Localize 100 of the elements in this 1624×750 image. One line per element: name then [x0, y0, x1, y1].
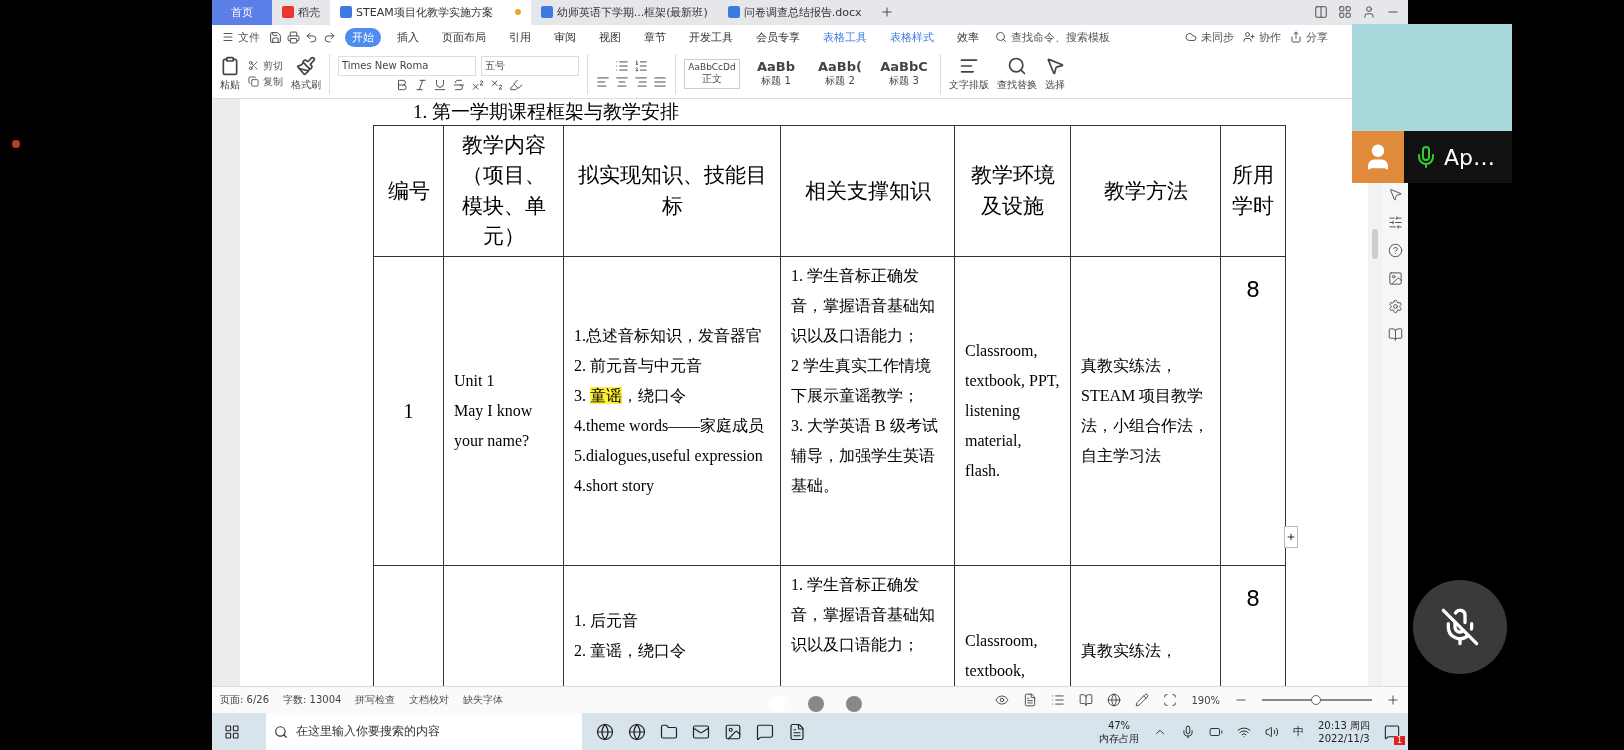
menu-tab[interactable]: 视图: [592, 27, 628, 47]
pointer-icon[interactable]: [1387, 186, 1403, 202]
dot-icon: [12, 140, 20, 148]
style-preset[interactable]: AaBbCcDd 正文: [684, 58, 740, 89]
folder-icon[interactable]: [660, 722, 678, 741]
web-view-icon[interactable]: [1107, 693, 1122, 708]
highlighter-icon[interactable]: [508, 77, 523, 92]
participant-name: Ap…: [1444, 144, 1495, 170]
add-column-button[interactable]: [1284, 526, 1298, 548]
notification-icon[interactable]: [1384, 723, 1400, 740]
strikethrough-icon[interactable]: [451, 77, 466, 92]
share-button[interactable]: 分享: [1290, 29, 1328, 45]
volume-icon[interactable]: [1265, 724, 1279, 739]
menu-tab[interactable]: 章节: [637, 27, 673, 47]
taskbar-search-field[interactable]: 在这里输入你要搜索的内容: [266, 713, 582, 750]
style-preset[interactable]: AaBbC 标题 3: [876, 56, 932, 92]
apps-icon[interactable]: [1338, 5, 1352, 20]
paste-button[interactable]: 粘贴: [220, 55, 240, 92]
outline-view-icon[interactable]: [1051, 693, 1066, 708]
browser-icon[interactable]: [596, 722, 614, 741]
book-icon[interactable]: [1387, 326, 1403, 342]
menu-tab[interactable]: 页面布局: [435, 27, 493, 47]
menu-tab[interactable]: 效率: [950, 27, 986, 47]
superscript-icon[interactable]: [470, 77, 485, 92]
column-header: 教学内容（项目、模块、单元）: [443, 125, 564, 257]
cloud-icon: [1185, 31, 1197, 44]
font-name-field[interactable]: Times New Roma: [338, 55, 476, 76]
browser-icon[interactable]: [628, 722, 646, 741]
image-icon[interactable]: [1387, 270, 1403, 286]
table-cell-text: 3. 童谣，绕口令: [574, 385, 687, 406]
eye-icon[interactable]: [995, 693, 1010, 708]
find-replace-button[interactable]: 查找替换: [997, 55, 1037, 92]
unsaved-dot-icon: [514, 9, 521, 16]
chat-icon[interactable]: [756, 722, 774, 741]
fit-icon[interactable]: [1163, 693, 1178, 708]
account-icon[interactable]: [1362, 5, 1376, 20]
paintbrush-icon: [296, 55, 316, 76]
start-icon[interactable]: [224, 723, 240, 740]
clock-time: 20:13 周四: [1318, 718, 1370, 732]
numbered-list-icon[interactable]: [634, 58, 648, 73]
select-button[interactable]: 选择: [1045, 55, 1065, 92]
memory-label: 内存占用: [1099, 731, 1139, 745]
sliders-icon[interactable]: [1387, 214, 1403, 230]
wifi-icon[interactable]: [1237, 724, 1251, 739]
document-tab[interactable]: 首页: [212, 0, 272, 25]
document-tab[interactable]: STEAM项目化教学实施方案: [330, 0, 531, 25]
pen-icon[interactable]: [1135, 693, 1150, 708]
docer-logo-icon: [282, 6, 294, 19]
underline-icon[interactable]: [432, 77, 447, 92]
menu-tab[interactable]: 表格工具: [816, 27, 874, 47]
align-left-icon[interactable]: [596, 74, 610, 89]
table-cell-text: 4.short story: [574, 475, 655, 497]
gear-icon[interactable]: [1387, 298, 1403, 314]
redo-icon[interactable]: [323, 30, 336, 44]
style-preset[interactable]: AaBb( 标题 2: [812, 56, 868, 92]
print-icon[interactable]: [287, 30, 300, 44]
text-layout-button[interactable]: 文字排版: [949, 55, 989, 92]
table-cell-text: 真教实练法，STEAM 项目教学法，小组合作法，自主学习法: [1081, 355, 1210, 466]
justify-icon[interactable]: [653, 74, 667, 89]
italic-icon[interactable]: [413, 77, 428, 92]
input-method[interactable]: 中: [1293, 724, 1304, 739]
align-center-icon[interactable]: [615, 74, 629, 89]
scrollbar-thumb[interactable]: [1372, 228, 1378, 259]
cut-button[interactable]: 剪切: [248, 58, 283, 73]
spell-check-button[interactable]: 拼写检查: [355, 693, 396, 708]
page-count: 页面: 6/26: [220, 693, 269, 708]
zoom-slider-thumb[interactable]: [1311, 695, 1321, 706]
proofread-button[interactable]: 文档校对: [409, 693, 450, 708]
menu-tab[interactable]: 开发工具: [682, 27, 740, 47]
save-icon[interactable]: [269, 30, 282, 44]
menu-tab[interactable]: 会员专享: [749, 27, 807, 47]
command-search-field[interactable]: 查找命令、搜索模板: [995, 29, 1110, 45]
bullet-list-icon[interactable]: [615, 58, 629, 73]
file-menu[interactable]: 文件: [222, 29, 260, 45]
mail-icon[interactable]: [692, 722, 710, 741]
help-icon[interactable]: [1387, 242, 1403, 258]
layout-icon[interactable]: [1314, 5, 1328, 20]
search-icon: [995, 31, 1007, 44]
menu-tab[interactable]: 插入: [390, 27, 426, 47]
sync-button[interactable]: 未同步: [1185, 29, 1234, 45]
reading-view-icon[interactable]: [1079, 693, 1094, 708]
column-header: 相关支撑知识: [780, 125, 955, 257]
subscript-icon[interactable]: [489, 77, 504, 92]
office-app-icon[interactable]: [788, 722, 806, 741]
mic-icon[interactable]: [1181, 724, 1195, 739]
menu-tab[interactable]: 引用: [502, 27, 538, 47]
missing-font-button[interactable]: 缺失字体: [463, 693, 504, 708]
collaborate-button[interactable]: 协作: [1243, 29, 1281, 45]
align-right-icon[interactable]: [634, 74, 648, 89]
format-painter-button[interactable]: 格式刷: [291, 55, 321, 92]
style-preset[interactable]: AaBb 标题 1: [748, 56, 804, 92]
menu-tab[interactable]: 审阅: [547, 27, 583, 47]
menu-icon: [222, 31, 234, 44]
photos-icon[interactable]: [724, 722, 742, 741]
page-view-icon[interactable]: [1023, 693, 1038, 708]
document-icon: [340, 6, 352, 19]
menu-tab[interactable]: 表格样式: [883, 27, 941, 47]
font-size-field[interactable]: 五号: [481, 55, 579, 76]
undo-icon[interactable]: [305, 30, 318, 44]
copy-button[interactable]: 复制: [248, 74, 283, 89]
